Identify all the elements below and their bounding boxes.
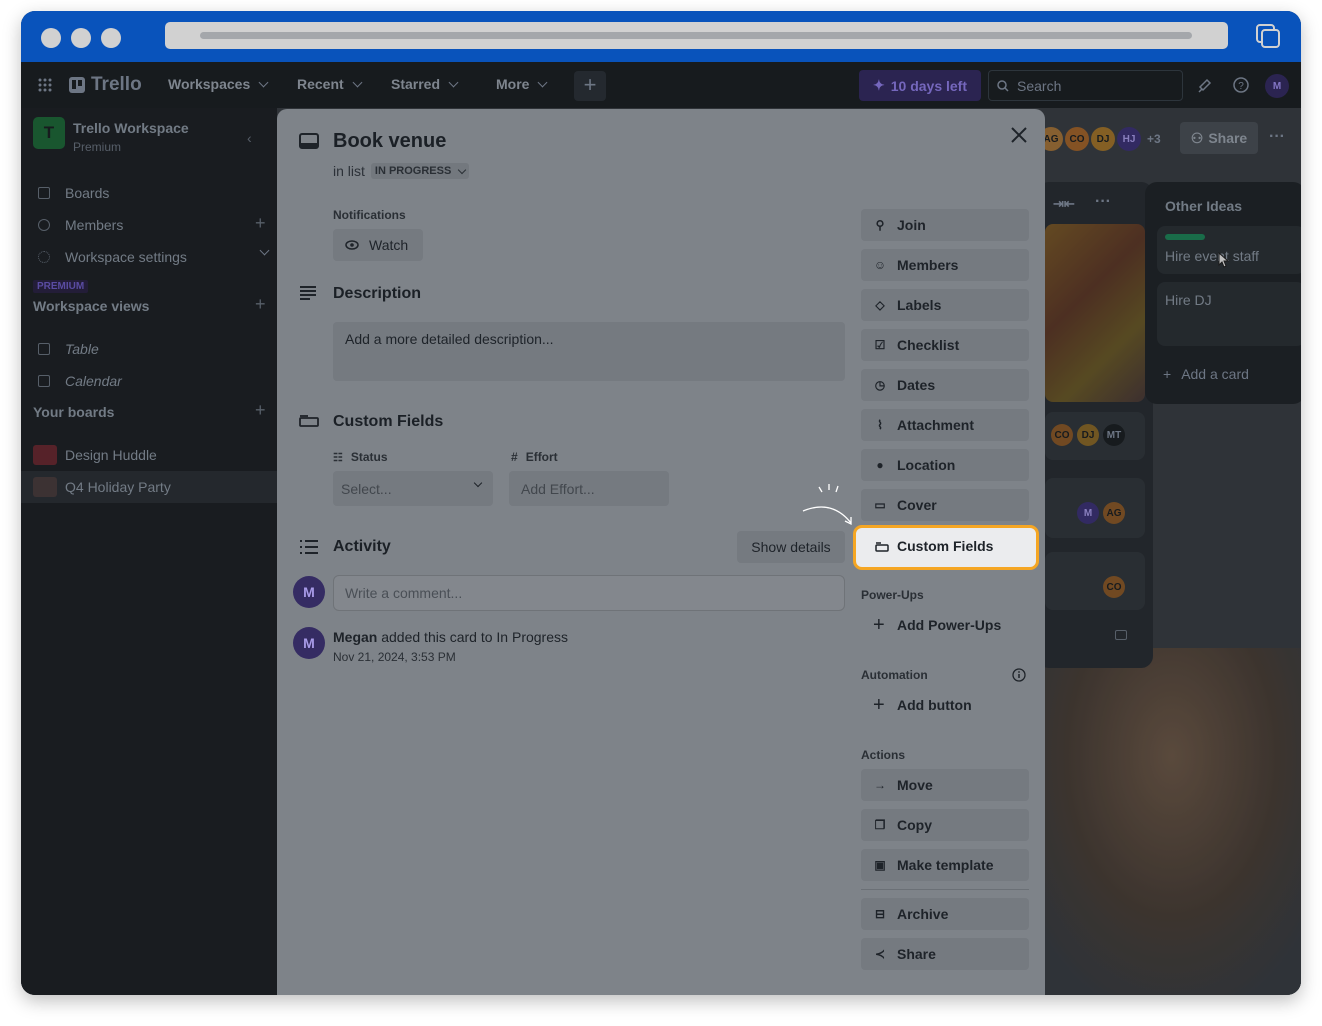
plus-icon: + bbox=[873, 614, 885, 636]
members-label: Members bbox=[897, 257, 959, 273]
custom-fields-button[interactable]: Custom Fields bbox=[853, 525, 1039, 570]
effort-input[interactable]: Add Effort... bbox=[509, 471, 669, 506]
activity-user-name[interactable]: Megan bbox=[333, 629, 377, 645]
current-user-avatar: M bbox=[293, 576, 325, 608]
join-button[interactable]: ⚲ Join bbox=[861, 209, 1029, 241]
copy-icon: ❐ bbox=[874, 818, 886, 832]
share-card-label: Share bbox=[897, 946, 936, 962]
custom-fields-icon bbox=[299, 415, 319, 427]
in-list-prefix: in list bbox=[333, 163, 365, 179]
pointer-arrow-annotation bbox=[802, 484, 852, 526]
description-title: Description bbox=[333, 285, 422, 302]
custom-fields-label: Custom Fields bbox=[897, 538, 994, 554]
status-field-label: ☷ Status bbox=[333, 450, 388, 464]
copy-button[interactable]: ❐ Copy bbox=[861, 809, 1029, 841]
add-powerups-button[interactable]: + Add Power-Ups bbox=[861, 609, 1029, 641]
hash-icon: # bbox=[511, 450, 518, 464]
join-label: Join bbox=[897, 217, 926, 233]
arrow-right-icon: → bbox=[874, 778, 886, 792]
add-powerups-label: Add Power-Ups bbox=[897, 617, 1002, 633]
status-select-value: Select... bbox=[341, 480, 392, 497]
status-field-name: Status bbox=[350, 450, 388, 464]
watch-button[interactable]: Watch bbox=[333, 229, 423, 261]
card-icon bbox=[299, 133, 319, 149]
chevron-down-icon bbox=[473, 478, 483, 488]
location-button[interactable]: ● Location bbox=[861, 449, 1029, 481]
card-title[interactable]: Book venue bbox=[333, 130, 446, 153]
cover-label: Cover bbox=[897, 497, 937, 513]
location-pin-icon: ● bbox=[876, 458, 884, 472]
share-icon: ≺ bbox=[874, 947, 886, 961]
actions-label: Actions bbox=[861, 748, 906, 762]
dates-label: Dates bbox=[897, 377, 936, 393]
card-list-info: in list IN PROGRESS bbox=[333, 163, 470, 179]
members-button[interactable]: ☺ Members bbox=[861, 249, 1029, 281]
add-button-label: Add button bbox=[897, 697, 972, 713]
archive-label: Archive bbox=[897, 906, 949, 922]
actions-divider bbox=[861, 889, 1029, 890]
person-icon: ☺ bbox=[873, 258, 887, 272]
automation-label: Automation bbox=[861, 668, 928, 682]
move-label: Move bbox=[897, 777, 933, 793]
description-icon bbox=[300, 286, 316, 300]
checklist-button[interactable]: ☑ Checklist bbox=[861, 329, 1029, 361]
copy-label: Copy bbox=[897, 817, 932, 833]
close-icon[interactable] bbox=[1009, 125, 1029, 145]
activity-icon bbox=[300, 540, 318, 554]
description-input[interactable]: Add a more detailed description... bbox=[333, 322, 845, 381]
add-automation-button[interactable]: + Add button bbox=[861, 689, 1029, 721]
chevron-down-icon bbox=[458, 165, 467, 174]
make-template-button[interactable]: ▣ Make template bbox=[861, 849, 1029, 881]
cover-icon: ▭ bbox=[874, 498, 886, 512]
share-card-button[interactable]: ≺ Share bbox=[861, 938, 1029, 970]
notifications-label: Notifications bbox=[333, 208, 406, 222]
list-name: IN PROGRESS bbox=[374, 165, 452, 177]
plus-icon: + bbox=[873, 694, 885, 716]
custom-fields-title: Custom Fields bbox=[333, 413, 444, 430]
activity-timestamp[interactable]: Nov 21, 2024, 3:53 PM bbox=[333, 650, 456, 664]
list-selector[interactable]: IN PROGRESS bbox=[370, 163, 470, 179]
show-details-button[interactable]: Show details bbox=[737, 531, 845, 563]
clock-icon: ◷ bbox=[874, 378, 886, 392]
effort-field-label: # Effort bbox=[511, 450, 558, 464]
checkbox-icon: ☑ bbox=[874, 338, 886, 352]
attachment-button[interactable]: ⌇ Attachment bbox=[861, 409, 1029, 441]
card-detail-modal: Book venue in list IN PROGRESS Notificat… bbox=[277, 109, 1045, 995]
person-add-icon: ⚲ bbox=[875, 218, 885, 232]
cover-button[interactable]: ▭ Cover bbox=[861, 489, 1029, 521]
archive-icon: ⊟ bbox=[874, 907, 886, 921]
checklist-label: Checklist bbox=[897, 337, 960, 353]
move-button[interactable]: → Move bbox=[861, 769, 1029, 801]
custom-fields-icon bbox=[875, 542, 889, 552]
labels-button[interactable]: ◇ Labels bbox=[861, 289, 1029, 321]
status-select[interactable]: Select... bbox=[333, 471, 493, 506]
browser-window: Trello Workspaces Recent Starred More + … bbox=[21, 11, 1301, 995]
location-label: Location bbox=[897, 457, 956, 473]
archive-button[interactable]: ⊟ Archive bbox=[861, 898, 1029, 930]
tag-icon: ◇ bbox=[875, 298, 885, 312]
effort-field-name: Effort bbox=[525, 450, 558, 464]
info-icon[interactable] bbox=[1012, 668, 1026, 682]
labels-label: Labels bbox=[897, 297, 942, 313]
list-icon: ☷ bbox=[333, 451, 343, 464]
paperclip-icon: ⌇ bbox=[877, 418, 883, 432]
attachment-label: Attachment bbox=[897, 417, 975, 433]
activity-user-avatar: M bbox=[293, 627, 325, 659]
powerups-label: Power-Ups bbox=[861, 588, 924, 602]
activity-text: added this card to In Progress bbox=[381, 629, 569, 645]
watch-label: Watch bbox=[369, 237, 409, 253]
template-icon: ▣ bbox=[874, 858, 886, 872]
comment-input[interactable]: Write a comment... bbox=[333, 575, 845, 611]
make-template-label: Make template bbox=[897, 857, 994, 873]
activity-title: Activity bbox=[333, 538, 391, 555]
dates-button[interactable]: ◷ Dates bbox=[861, 369, 1029, 401]
activity-entry: Megan added this card to In Progress bbox=[333, 629, 568, 645]
eye-icon bbox=[345, 240, 359, 250]
